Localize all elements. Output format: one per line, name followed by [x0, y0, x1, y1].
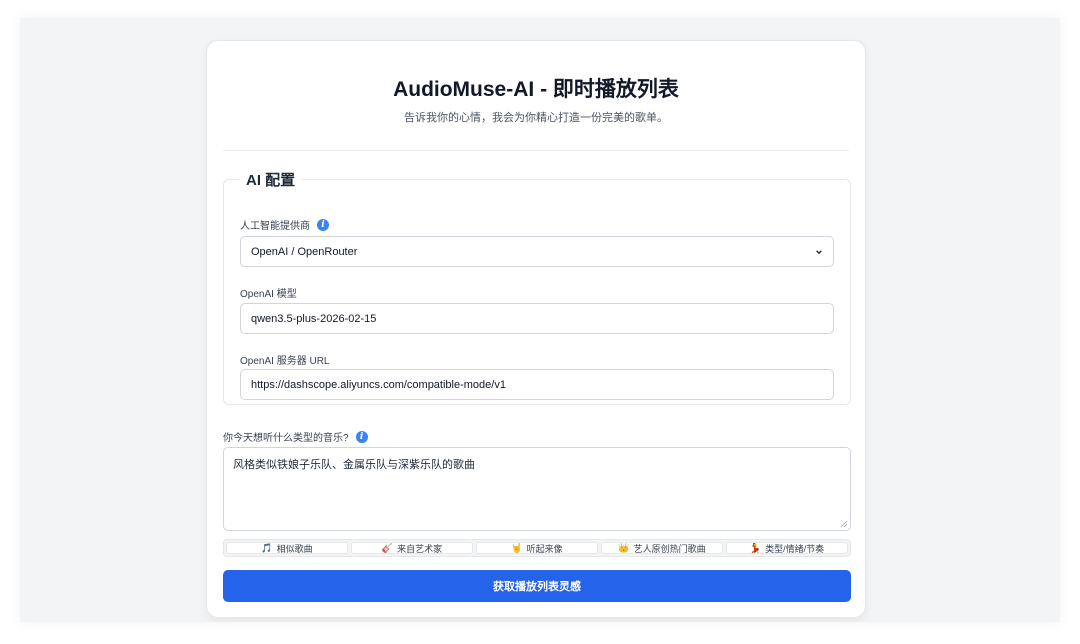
- guitar-icon: 🎸: [381, 542, 394, 553]
- ai-config-section: AI 配置 人工智能提供商 i OpenAI / OpenRouter Open…: [223, 169, 851, 405]
- chip-sounds-like[interactable]: 🤘 听起来像: [476, 542, 598, 554]
- chevron-down-icon: [816, 249, 822, 254]
- chip-artist-hits[interactable]: 👑 艺人原创热门歌曲: [601, 542, 723, 554]
- provider-label: 人工智能提供商 i: [240, 217, 329, 232]
- chip-similar-songs[interactable]: 🎵 相似歌曲: [226, 542, 348, 554]
- chip-label: 类型/情绪/节奏: [765, 543, 825, 554]
- quick-prompt-chips: 🎵 相似歌曲 🎸 来自艺术家 🤘 听起来像 👑 艺人原创热门歌曲 💃 类型/情绪…: [223, 539, 851, 557]
- music-note-icon: 🎵: [261, 542, 273, 553]
- prompt-textarea[interactable]: 风格类似铁娘子乐队、金属乐队与深紫乐队的歌曲: [223, 447, 851, 531]
- page-subtitle: 告诉我你的心情，我会为你精心打造一份完美的歌单。: [404, 112, 668, 124]
- chip-label: 来自艺术家: [397, 543, 443, 554]
- ai-config-legend: AI 配置: [246, 172, 296, 189]
- server-url-input[interactable]: https://dashscope.aliyuncs.com/compatibl…: [240, 369, 834, 400]
- chip-genre-mood-tempo[interactable]: 💃 类型/情绪/节奏: [726, 542, 848, 554]
- chip-from-artist[interactable]: 🎸 来自艺术家: [351, 542, 473, 554]
- crown-icon: 👑: [618, 542, 630, 553]
- model-input[interactable]: qwen3.5-plus-2026-02-15: [240, 303, 834, 334]
- resize-grip-icon[interactable]: [840, 520, 848, 528]
- dancer-icon: 💃: [749, 542, 762, 553]
- provider-select-value: OpenAI / OpenRouter: [251, 245, 358, 258]
- prompt-text: 风格类似铁娘子乐队、金属乐队与深紫乐队的歌曲: [233, 458, 475, 471]
- provider-select[interactable]: OpenAI / OpenRouter: [240, 236, 834, 267]
- page-title: AudioMuse-AI - 即时播放列表: [393, 78, 679, 101]
- chip-label: 听起来像: [526, 543, 563, 554]
- playlist-card: AudioMuse-AI - 即时播放列表 告诉我你的心情，我会为你精心打造一份…: [206, 40, 866, 618]
- server-url-label: OpenAI 服务器 URL: [240, 356, 330, 367]
- header-divider: [223, 150, 849, 151]
- provider-label-text: 人工智能提供商: [240, 221, 310, 232]
- get-playlist-button[interactable]: 获取播放列表灵感: [223, 570, 851, 602]
- chip-label: 艺人原创热门歌曲: [633, 543, 706, 554]
- rock-hand-icon: 🤘: [511, 542, 523, 553]
- prompt-label-text: 你今天想听什么类型的音乐?: [223, 433, 349, 444]
- prompt-label: 你今天想听什么类型的音乐? i: [223, 429, 368, 444]
- chip-label: 相似歌曲: [276, 543, 313, 554]
- info-icon[interactable]: i: [355, 430, 368, 443]
- model-label: OpenAI 模型: [240, 289, 297, 300]
- info-icon[interactable]: i: [317, 218, 329, 231]
- app-frame: AudioMuse-AI - 即时播放列表 告诉我你的心情，我会为你精心打造一份…: [20, 18, 1060, 622]
